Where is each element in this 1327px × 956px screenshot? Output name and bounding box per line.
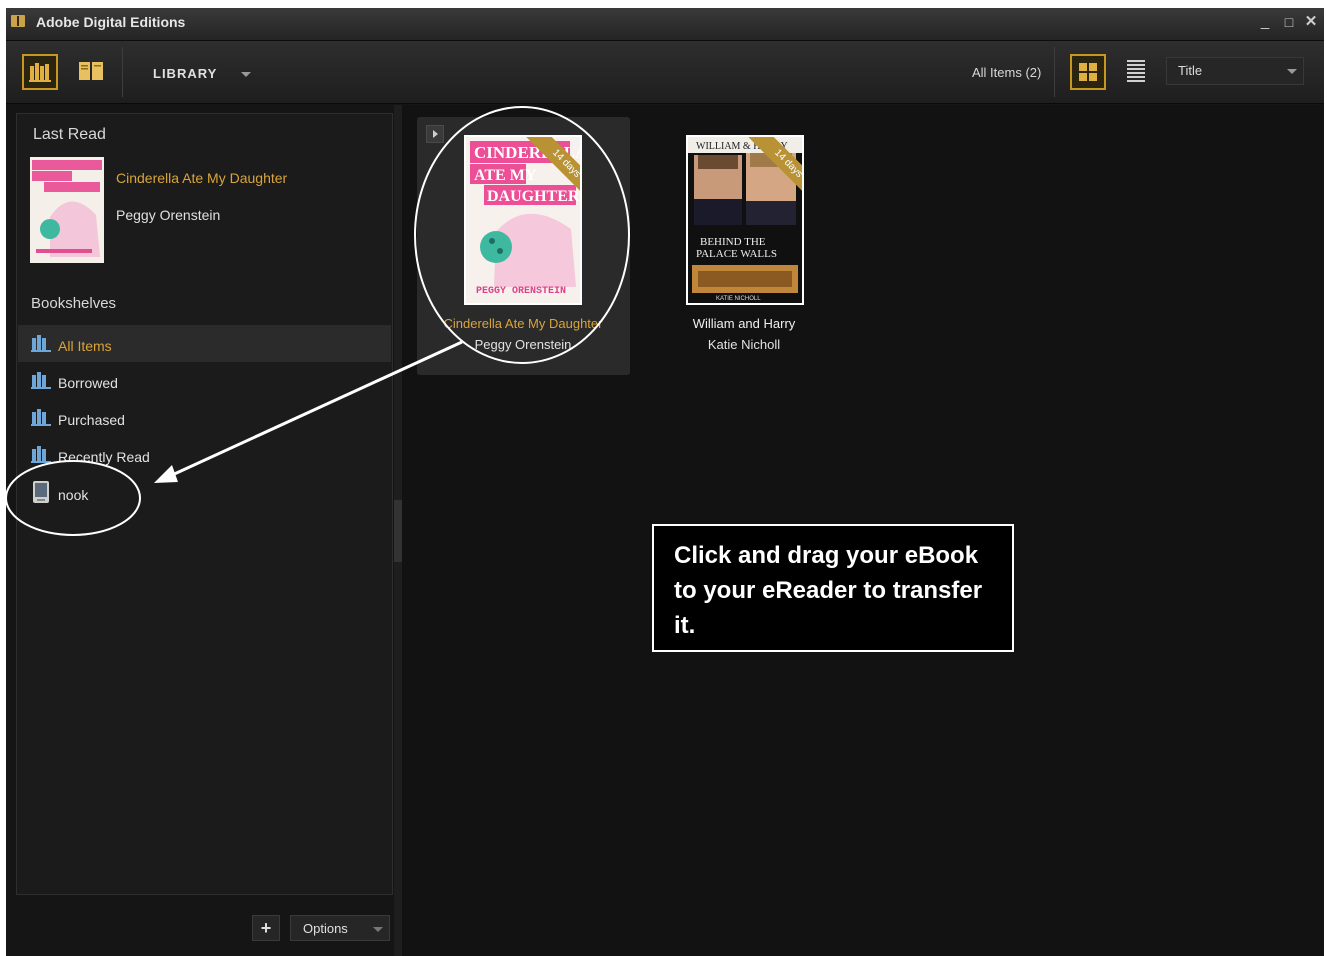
close-button[interactable]: ✕: [1302, 13, 1320, 31]
chevron-down-icon: [1287, 69, 1297, 74]
sort-value: Title: [1178, 63, 1203, 78]
chevron-down-icon[interactable]: [241, 72, 251, 77]
last-read-title[interactable]: Cinderella Ate My Daughter: [116, 170, 287, 186]
window-title: Adobe Digital Editions: [36, 14, 186, 30]
thumbnail-view-button[interactable]: [1070, 54, 1106, 90]
list-icon: [1127, 60, 1145, 82]
shelf-recently-read[interactable]: Recently Read: [18, 436, 391, 473]
shelf-all-items[interactable]: All Items: [18, 325, 391, 362]
bookshelf-icon: [29, 63, 51, 82]
shelf-label: Recently Read: [58, 449, 150, 465]
sort-select[interactable]: Title: [1166, 57, 1304, 85]
svg-text:PALACE WALLS: PALACE WALLS: [696, 248, 777, 260]
ereader-device-icon: [33, 481, 49, 503]
svg-text:PEGGY ORENSTEIN: PEGGY ORENSTEIN: [476, 286, 566, 297]
chevron-down-icon: [373, 927, 383, 932]
last-read-author: Peggy Orenstein: [116, 207, 221, 223]
book-cover-cinderella[interactable]: CINDERELLA ATE MY DAUGHTER PEGGY ORENSTE…: [464, 135, 582, 305]
play-icon[interactable]: [426, 125, 444, 143]
svg-text:ATE MY: ATE MY: [474, 167, 537, 184]
title-bar: Adobe Digital Editions _ □ ✕: [6, 8, 1324, 41]
book-title[interactable]: William and Harry: [634, 316, 854, 331]
book-title[interactable]: Cinderella Ate My Daughter: [413, 316, 633, 331]
toolbar: LIBRARY All Items (2) Title: [6, 41, 1324, 104]
collapse-sidebar-handle[interactable]: [394, 500, 402, 562]
callout-text: Click and drag your eBook to your eReade…: [674, 542, 983, 639]
maximize-button[interactable]: □: [1280, 13, 1298, 31]
library-view-button[interactable]: [22, 54, 58, 90]
options-button[interactable]: Options: [290, 915, 390, 941]
shelf-purchased[interactable]: Purchased: [18, 399, 391, 436]
items-count-value: (2): [1025, 65, 1042, 80]
open-book-icon: [79, 62, 103, 80]
svg-text:KATIE NICHOLL: KATIE NICHOLL: [716, 296, 761, 302]
book-author: Peggy Orenstein: [474, 337, 572, 352]
add-shelf-button[interactable]: +: [252, 915, 280, 941]
sidebar: Last Read Cinderella Ate My Daughter Peg…: [16, 113, 393, 895]
book-cover-william-harry[interactable]: WILLIAM & HARRY BEHIND THE PALACE WALLS …: [686, 135, 804, 305]
last-read-heading: Last Read: [33, 126, 106, 143]
shelf-label: All Items: [58, 338, 112, 354]
library-menu-label[interactable]: LIBRARY: [153, 66, 217, 81]
items-label: All Items: [972, 65, 1022, 80]
bookshelf-icon: [31, 446, 51, 463]
shelf-label: Purchased: [58, 412, 125, 428]
app-window: Adobe Digital Editions _ □ ✕ LIBRARY All…: [6, 8, 1324, 956]
options-label: Options: [303, 921, 348, 936]
book-cover-image: [30, 157, 104, 263]
bookshelves-heading: Bookshelves: [31, 295, 117, 312]
minimize-button[interactable]: _: [1256, 13, 1274, 31]
instruction-callout: Click and drag your eBook to your eReade…: [652, 524, 1014, 652]
device-label: nook: [58, 487, 89, 503]
last-read-cover[interactable]: [30, 157, 104, 263]
book-author: Katie Nicholl: [707, 337, 781, 352]
shelf-label: Borrowed: [58, 375, 118, 391]
item-count: All Items (2): [972, 65, 1041, 80]
shelf-borrowed[interactable]: Borrowed: [18, 362, 391, 399]
list-view-button[interactable]: [1118, 54, 1154, 90]
svg-text:BEHIND THE: BEHIND THE: [700, 236, 766, 248]
svg-text:DAUGHTER: DAUGHTER: [487, 188, 580, 205]
reading-view-button[interactable]: [73, 54, 109, 90]
grid-icon: [1079, 63, 1097, 81]
bookshelf-icon: [31, 372, 51, 389]
bookshelf-icon: [31, 335, 51, 352]
bookshelf-icon: [31, 409, 51, 426]
app-logo-icon: [11, 15, 25, 27]
device-nook[interactable]: nook: [18, 474, 391, 511]
